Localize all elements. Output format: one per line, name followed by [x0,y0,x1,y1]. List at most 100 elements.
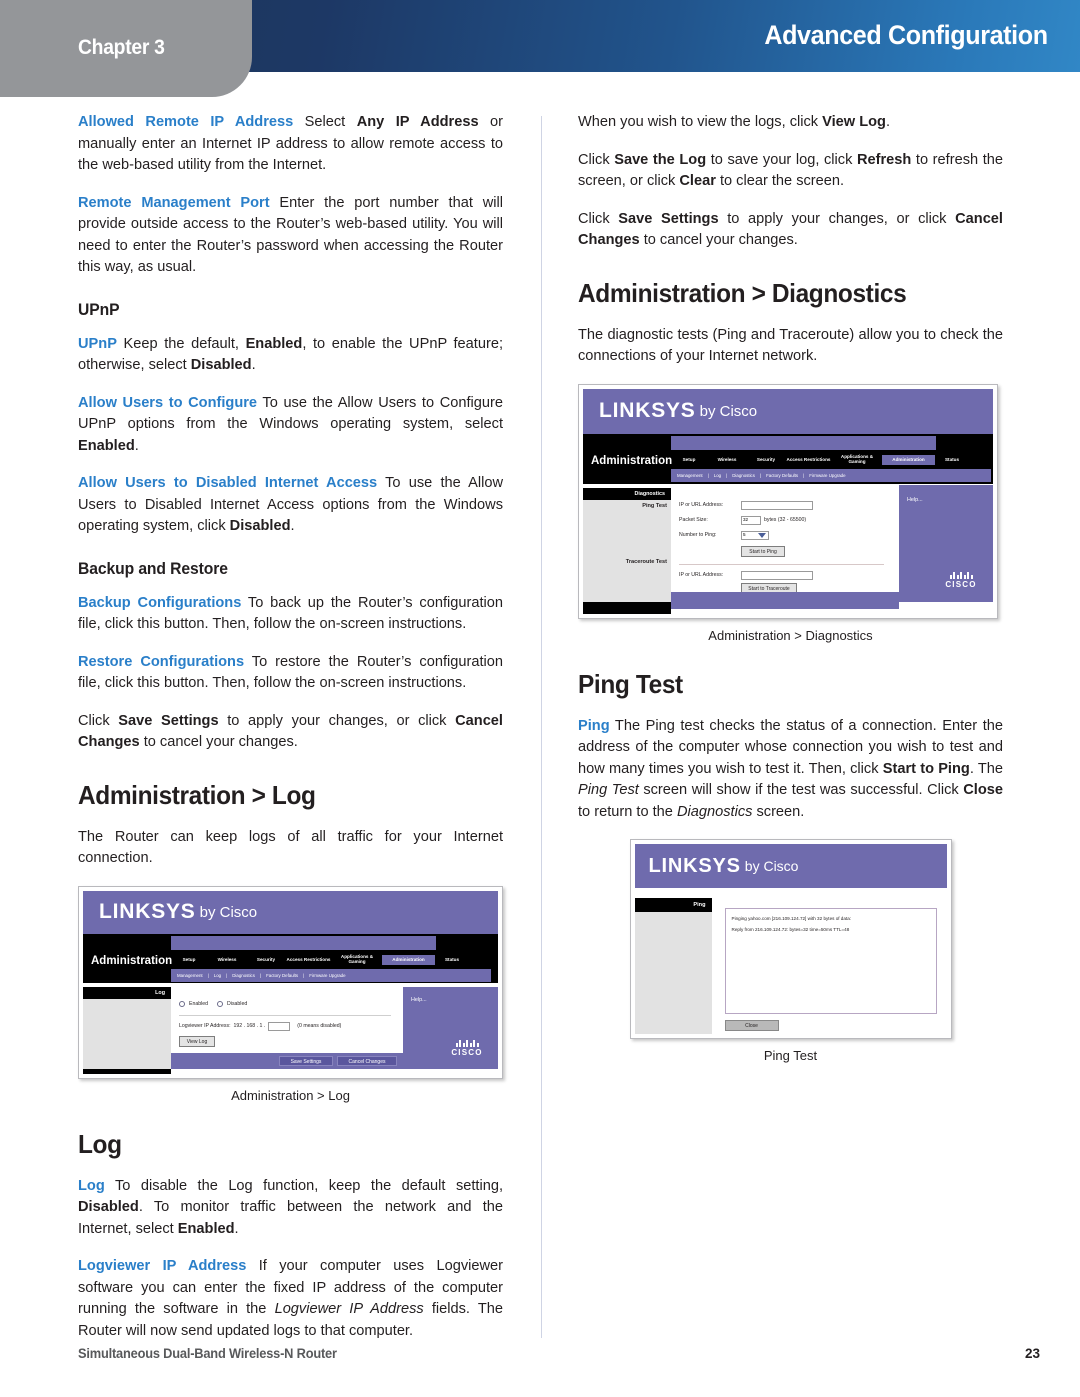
heading-ping-test: Ping Test [578,668,683,699]
figure-ping-test: LINKSYS by Cisco Ping Pinging yahoo.com … [578,839,1003,1063]
main-tab-bar[interactable]: Setup Wireless Security Access Restricti… [671,452,991,469]
ping-output-line-2: Reply from 216.109.124.72: bytes=32 time… [731,927,850,932]
ping-output-line-1: Pinging yahoo.com [216.109.124.72] with … [731,916,852,921]
subtab-separator: | [226,972,228,978]
ping-ip-url-row[interactable]: IP or URL Address: [679,500,813,510]
subtab-firmware-upgrade[interactable]: Firmware Upgrade [809,473,845,478]
tab-setup[interactable]: Setup [671,457,707,463]
text-run: to cancel your changes. [139,734,298,750]
help-link[interactable]: Help... [907,497,923,503]
paragraph-backup-configurations: Backup Configurations To back up the Rou… [78,593,503,636]
close-button[interactable]: Close [724,1020,779,1031]
paragraph-remote-management-port: Remote Management Port Enter the port nu… [78,193,503,279]
radio-disabled[interactable] [217,1000,224,1007]
tab-applications-gaming[interactable]: Applications & Gaming [332,954,382,965]
packet-size-row[interactable]: Packet Size: 32 bytes (32 - 65500) [679,515,806,525]
tab-applications-gaming[interactable]: Applications & Gaming [832,454,882,465]
subtab-management[interactable]: Management [677,473,703,478]
number-to-ping-select[interactable]: 5 [741,530,769,540]
section-title: Administration [591,454,673,467]
text-run: . To monitor traffic between the network… [78,1199,503,1237]
main-tab-bar[interactable]: Setup Wireless Security Access Restricti… [171,952,491,969]
sidebar-header-ping: Ping [634,898,712,912]
sub-tab-bar[interactable]: Management | Log | Diagnostics | Factory… [171,968,491,982]
help-link[interactable]: Help... [411,997,427,1003]
view-log-button[interactable]: View Log [179,1035,215,1047]
heading-administration-diagnostics: Administration > Diagnostics [578,277,907,308]
start-to-ping-button[interactable]: Start to Ping [741,545,785,557]
text-run: Click [578,151,615,168]
text-run: . [234,1220,239,1237]
subtab-factory-defaults[interactable]: Factory Defaults [266,973,298,978]
cisco-wordmark: CISCO [451,1047,483,1057]
screenshot-administration-diagnostics: LINKSYS by Cisco Administration Setup Wi… [578,383,998,619]
model-bar [671,435,936,450]
tab-security[interactable]: Security [247,957,285,963]
tab-status[interactable]: Status [435,957,469,963]
section-title: Administration [91,954,173,967]
tab-access-restrictions[interactable]: Access Restrictions [285,957,332,963]
paragraph-logviewer-ip-address: Logviewer IP Address If your computer us… [78,1256,503,1342]
bold-run: Disabled [78,1199,139,1215]
paragraph-diagnostics-intro: The diagnostic tests (Ping and Tracerout… [578,326,1003,365]
tab-setup[interactable]: Setup [171,957,207,963]
subtab-management[interactable]: Management [177,973,203,978]
packet-size-input[interactable]: 32 [741,515,761,525]
bold-run: View Log [822,114,886,130]
subtab-log[interactable]: Log [714,473,721,478]
right-column: When you wish to view the logs, click Vi… [578,112,1003,1071]
term-remote-management-port: Remote Management Port [78,194,270,211]
paragraph-restore-configurations: Restore Configurations To restore the Ro… [78,652,503,695]
sub-tab-bar[interactable]: Management | Log | Diagnostics | Factory… [671,468,991,482]
label-disabled: Disabled [227,1000,248,1007]
tab-security[interactable]: Security [747,457,785,463]
label-number-to-ping: Number to Ping: [679,532,717,538]
bold-run: Save Settings [118,712,219,729]
term-allowed-remote-ip: Allowed Remote IP Address [78,114,294,130]
figure-administration-log: LINKSYS by Cisco Administration Setup Wi… [78,885,503,1103]
logviewer-ip-row[interactable]: Logviewer IP Address: 192 . 168 . 1 . (0… [179,1021,341,1031]
save-settings-button[interactable]: Save Settings [279,1055,333,1066]
tab-administration[interactable]: Administration [382,954,435,966]
bold-run: Enabled [177,1220,235,1237]
cancel-changes-button[interactable]: Cancel Changes [337,1055,397,1066]
term-ping: Ping [578,717,610,734]
subtab-diagnostics[interactable]: Diagnostics [732,473,755,478]
number-to-ping-row[interactable]: Number to Ping: 5 [679,530,769,540]
paragraph-allow-users-configure: Allow Users to Configure To use the Allo… [78,393,503,458]
italic-run: Ping Test [578,782,639,798]
paragraph-allow-users-disabled-internet: Allow Users to Disabled Internet Access … [78,473,503,538]
ping-ip-url-input[interactable] [741,500,813,510]
radio-enabled[interactable] [179,1000,185,1007]
sidebar-label-ping-test: Ping Test [642,502,667,509]
subtab-factory-defaults[interactable]: Factory Defaults [766,473,798,478]
tab-status[interactable]: Status [935,457,969,463]
linksys-brand-bar: LINKSYS by Cisco [83,890,498,934]
bold-run: Disabled [190,357,252,373]
subtab-log[interactable]: Log [214,973,221,978]
subtab-firmware-upgrade[interactable]: Firmware Upgrade [309,973,345,978]
traceroute-ip-url-row[interactable]: IP or URL Address: [679,570,813,580]
linksys-brand-bar: LINKSYS by Cisco [634,844,947,888]
ping-sidebar [634,898,712,1034]
text-run: . [134,437,139,454]
tab-administration[interactable]: Administration [882,454,935,466]
tab-wireless[interactable]: Wireless [707,457,747,463]
sidebar-header-log: Log [83,986,171,999]
subtab-separator: | [207,972,209,978]
bold-run: Save the Log [614,151,707,168]
logviewer-ip-last-octet-input[interactable] [268,1021,291,1031]
term-logviewer-ip-address: Logviewer IP Address [78,1258,247,1274]
tab-wireless[interactable]: Wireless [207,957,247,963]
page-title: Advanced Configuration [764,20,1049,50]
traceroute-ip-url-input[interactable] [741,570,813,580]
tab-access-restrictions[interactable]: Access Restrictions [785,457,832,463]
bold-run: Any IP Address [356,114,479,130]
subtab-separator: | [803,472,805,478]
text-run: screen. [752,803,805,820]
log-enable-radio-group[interactable]: Enabled Disabled [179,1000,248,1007]
cisco-wordmark: CISCO [945,579,977,589]
subtab-diagnostics[interactable]: Diagnostics [232,973,255,978]
left-column: Allowed Remote IP Address Select Any IP … [78,112,503,1342]
cisco-logo-log: CISCO [441,1039,493,1057]
